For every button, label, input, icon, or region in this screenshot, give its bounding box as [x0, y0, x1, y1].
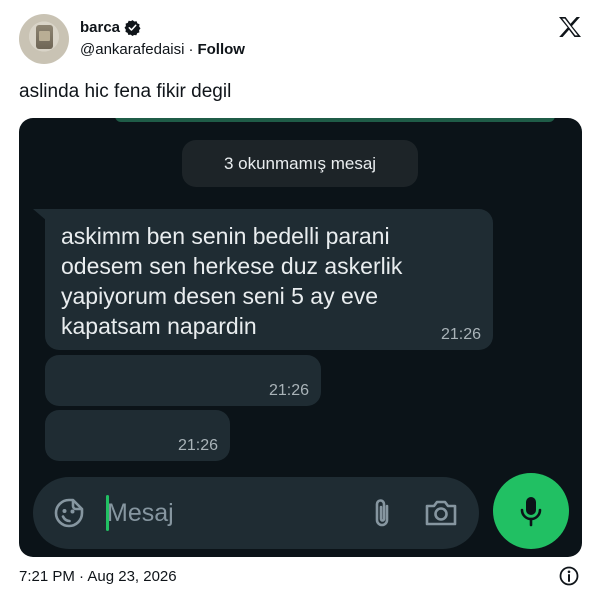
avatar-image [36, 25, 53, 49]
message-input[interactable] [107, 495, 307, 531]
author-handle[interactable]: @ankarafedaisi [80, 41, 184, 58]
message-bubble[interactable]: 21:26 [45, 355, 321, 406]
verified-badge-icon [124, 20, 141, 36]
info-icon[interactable] [559, 566, 579, 586]
tweet-text: aslinda hic fena fikir degil [19, 81, 232, 102]
tweet-timestamp[interactable]: 7:21 PM · Aug 23, 2026 [19, 568, 177, 585]
follow-button[interactable]: Follow [197, 41, 245, 58]
author-name[interactable]: barca [80, 19, 120, 36]
avatar[interactable] [19, 14, 69, 64]
message-time: 21:26 [177, 437, 218, 454]
x-logo-icon[interactable] [558, 16, 582, 38]
message-bubble[interactable]: askimm ben senin bedelli parani odesem s… [45, 209, 493, 350]
message-time: 21:26 [440, 326, 481, 343]
handle-row: @ankarafedaisi · Follow [80, 41, 245, 58]
paperclip-icon[interactable] [369, 497, 397, 529]
chat-screenshot: 3 okunmamış mesaj askimm ben senin bedel… [19, 118, 582, 557]
author-row: barca [80, 19, 141, 36]
message-composer [33, 477, 479, 549]
camera-icon[interactable] [423, 498, 459, 528]
message-time: 21:26 [268, 382, 309, 399]
voice-record-button[interactable] [493, 473, 569, 549]
message-bubble[interactable]: 21:26 [45, 410, 230, 461]
separator-dot: · [188, 41, 194, 58]
previous-message-edge [115, 118, 555, 122]
message-text: askimm ben senin bedelli parani odesem s… [61, 223, 403, 339]
microphone-icon [520, 497, 542, 527]
unread-messages-badge: 3 okunmamış mesaj [182, 140, 418, 187]
sticker-emoji-icon[interactable] [53, 497, 85, 529]
